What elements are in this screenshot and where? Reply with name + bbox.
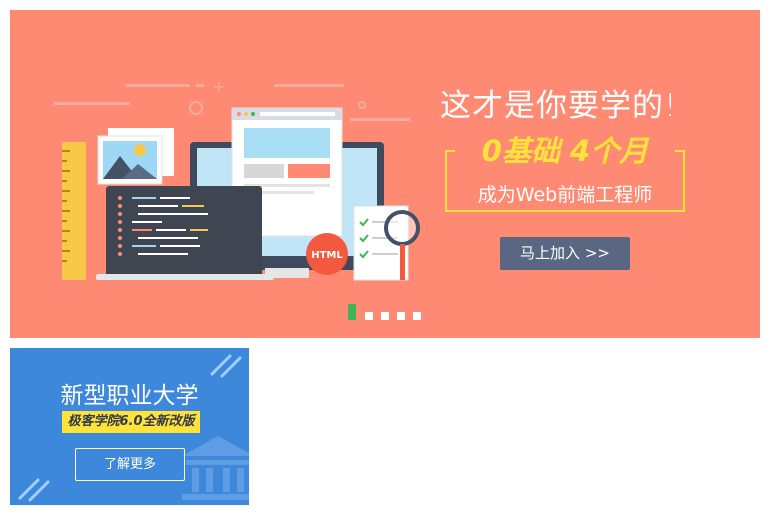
banner-highlight-frame: 0基础 4个月 成为Web前端工程师 xyxy=(445,134,685,212)
html-badge: HTML xyxy=(311,250,343,261)
carousel-dot-5[interactable] xyxy=(413,312,421,320)
university-building-icon xyxy=(182,436,249,500)
carousel-dot-2[interactable] xyxy=(365,312,373,320)
carousel-dot-4[interactable] xyxy=(397,312,405,320)
banner-tagline: 成为Web前端工程师 xyxy=(477,184,653,206)
carousel-dot-1[interactable] xyxy=(348,304,356,320)
banner-headline: 这才是你要学的! xyxy=(440,88,678,124)
banner-subheadline: 0基础 4个月 xyxy=(455,134,675,168)
hero-banner[interactable]: + HTML 这才是你要学的! 0基础 4个月 成为Web前端工程师 马上加入 … xyxy=(10,10,760,338)
promo-title: 新型职业大学 xyxy=(60,383,199,409)
web-dev-illustration: + HTML xyxy=(54,77,420,281)
learn-more-button[interactable]: 了解更多 xyxy=(75,448,185,481)
join-now-button[interactable]: 马上加入 >> xyxy=(500,237,630,270)
slash-decoration-bottom-icon xyxy=(18,478,50,502)
svg-text:+: + xyxy=(212,77,225,96)
promo-tag: 极客学院6.0全新改版 xyxy=(62,411,200,433)
promo-card[interactable]: 新型职业大学 极客学院6.0全新改版 了解更多 xyxy=(10,348,249,505)
carousel-dot-3[interactable] xyxy=(381,312,389,320)
